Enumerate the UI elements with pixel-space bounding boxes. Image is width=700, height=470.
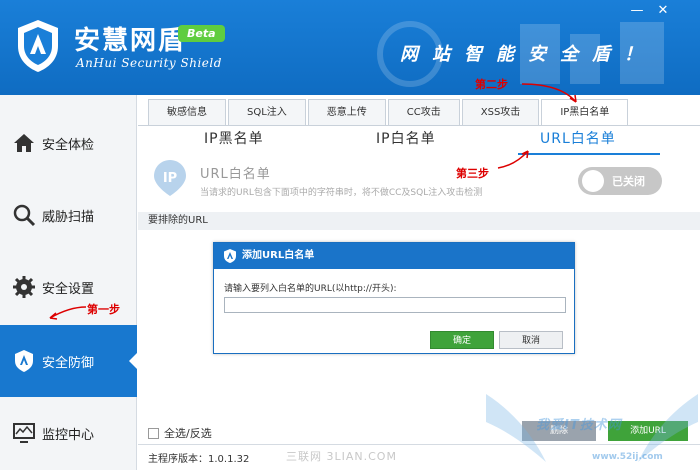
tab-cc-attack[interactable]: CC攻击 [387,99,460,125]
annotation-step3: 第三步 [456,167,489,180]
sidebar-item-label: 安全设置 [42,281,95,297]
app-header: 安慧网盾 Beta AnHui Security Shield 网站智能安全盾！… [0,0,700,95]
panel-description: 当请求的URL包含下面项中的字符串时，将不做CC及SQL注入攻击检测 [200,188,483,198]
gear-icon [13,276,35,298]
beta-badge: Beta [178,25,225,42]
sidebar-item-label: 安全防御 [42,355,95,371]
arrow-step2-icon [521,83,577,103]
magnifier-icon [13,204,36,227]
watermark-brand: 我爱IT技术网 [536,418,622,433]
close-button[interactable]: ✕ [654,4,672,18]
sidebar-item-label: 监控中心 [42,427,95,443]
select-all-checkbox[interactable] [148,427,159,439]
subtab-bar: IP黑名单 IP白名单 URL白名单 [138,125,700,155]
dialog-url-label: 请输入要列入白名单的URL(以http://开头): [224,284,397,294]
svg-text:IP: IP [163,171,177,186]
tab-sensitive-info[interactable]: 敏感信息 [148,99,226,125]
subtab-underline [518,153,660,155]
dialog-shield-icon [224,249,236,263]
annotation-step2: 第二步 [475,78,508,91]
dialog-cancel-button[interactable]: 取消 [499,331,563,349]
app-title: 安慧网盾 [74,26,187,56]
app-subtitle: AnHui Security Shield [76,56,222,70]
shield-icon [15,350,33,372]
toggle-label: 已关闭 [612,175,645,188]
version-label: 主程序版本：1.0.1.32 [148,454,250,465]
home-icon [14,134,34,152]
select-all-label: 全选/反选 [164,427,212,440]
url-input[interactable] [224,297,566,313]
tab-malicious-upload[interactable]: 恶意上传 [307,99,386,125]
tab-sql-injection[interactable]: SQL注入 [228,99,306,125]
watermark-url: www.52ij.com [592,452,663,462]
url-whitelist-toggle[interactable]: 已关闭 [578,167,662,195]
ip-icon: IP [154,160,186,196]
dialog-titlebar: 添加URL白名单 [214,243,574,269]
minimize-button[interactable]: — [628,4,646,18]
sidebar-item-scan[interactable]: 威胁扫描 [0,179,137,251]
subtab-ip-blacklist[interactable]: IP黑名单 [204,128,264,148]
annotation-step1: 第一步 [87,303,120,316]
toggle-knob [582,170,604,192]
watermark-3lian: 三联网 3LIAN.COM [286,450,397,463]
subtab-url-whitelist[interactable]: URL白名单 [540,128,616,148]
arrow-step3-icon [497,150,529,169]
dialog-ok-button[interactable]: 确定 [430,331,494,349]
panel-title: URL白名单 [200,167,271,182]
list-header: 要排除的URL [138,212,700,230]
arrow-step1-icon [49,306,87,320]
slogan: 网站智能安全盾！ [400,44,656,65]
sidebar-item-monitor[interactable]: 监控中心 [0,397,137,469]
sidebar-item-label: 威胁扫描 [42,209,95,225]
sidebar-item-defense[interactable]: 安全防御 [0,325,138,397]
add-url-dialog: 添加URL白名单 请输入要列入白名单的URL(以http://开头): 确定 取… [213,242,575,354]
sidebar-item-checkup[interactable]: 安全体检 [0,107,137,179]
monitor-icon [13,423,35,443]
logo-shield-icon [18,20,58,72]
sidebar: 安全体检 威胁扫描 安全设置 安全防御 监控中心 [0,95,138,470]
sidebar-item-label: 安全体检 [42,137,95,153]
dialog-title: 添加URL白名单 [242,250,315,261]
subtab-ip-whitelist[interactable]: IP白名单 [376,128,436,148]
select-all-row[interactable]: 全选/反选 [148,425,212,441]
